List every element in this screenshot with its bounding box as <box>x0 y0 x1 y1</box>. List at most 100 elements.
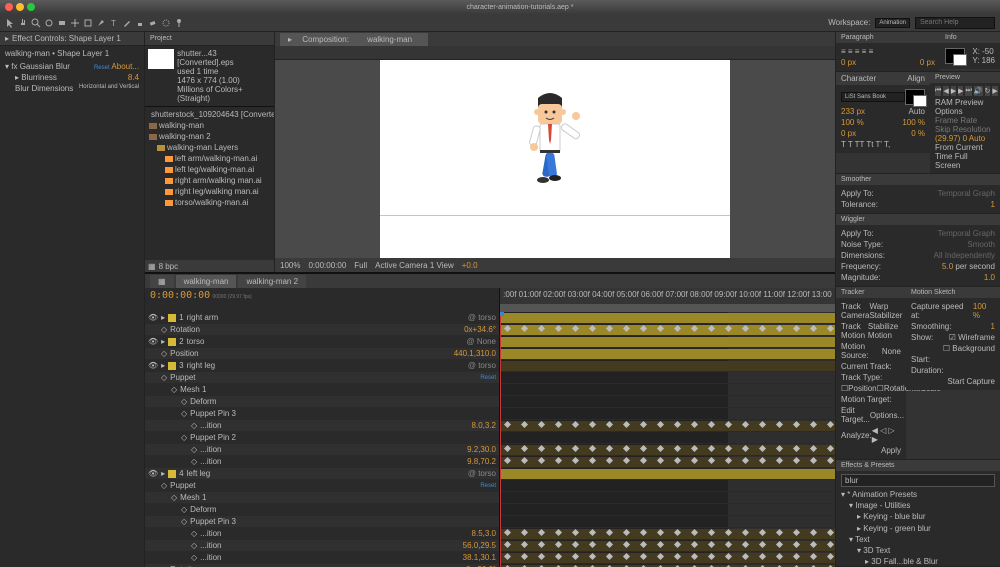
loop-button[interactable]: ↻ <box>985 86 991 96</box>
keyframe[interactable] <box>725 421 732 428</box>
text-tool-icon[interactable]: T <box>109 18 119 28</box>
keyframe[interactable] <box>623 553 630 560</box>
keyframe[interactable] <box>793 541 800 548</box>
property-row[interactable]: ◇...ition8.5,3.0 <box>145 528 499 540</box>
keyframe[interactable] <box>742 445 749 452</box>
keyframe[interactable] <box>640 553 647 560</box>
keyframe[interactable] <box>708 445 715 452</box>
keyframe[interactable] <box>827 541 834 548</box>
keyframe[interactable] <box>657 445 664 452</box>
keyframe[interactable] <box>674 457 681 464</box>
keyframe[interactable] <box>810 553 817 560</box>
help-search-input[interactable] <box>915 17 995 29</box>
keyframe[interactable] <box>742 457 749 464</box>
keyframe[interactable] <box>793 553 800 560</box>
type-style-buttons[interactable]: T T TT Tt T' T, <box>841 139 925 150</box>
ram-preview-button[interactable]: ▶ <box>992 86 997 96</box>
prev-frame-button[interactable]: ◀ <box>943 86 948 96</box>
keyframe[interactable] <box>793 421 800 428</box>
keyframe[interactable] <box>555 457 562 464</box>
keyframe[interactable] <box>521 325 528 332</box>
keyframe[interactable] <box>810 325 817 332</box>
exposure[interactable]: +0.0 <box>462 261 478 270</box>
anchor-tool-icon[interactable] <box>70 18 80 28</box>
keyframe[interactable] <box>759 529 766 536</box>
project-item[interactable]: left leg/walking-man.ai <box>149 164 270 175</box>
selection-tool-icon[interactable] <box>5 18 15 28</box>
time-ruler[interactable]: :00f01:00f02:00f03:00f04:00f05:00f06:00f… <box>500 288 835 312</box>
layer-row[interactable]: 👁▸2torso@ None <box>145 336 499 348</box>
hand-tool-icon[interactable] <box>18 18 28 28</box>
keyframe[interactable] <box>589 529 596 536</box>
keyframe[interactable] <box>555 421 562 428</box>
keyframe[interactable] <box>742 529 749 536</box>
keyframe[interactable] <box>623 421 630 428</box>
timecode-display[interactable]: 0:00:00:00 <box>150 290 210 301</box>
keyframe[interactable] <box>589 457 596 464</box>
layer-row[interactable]: 👁▸4left leg@ torso <box>145 468 499 480</box>
effect-item[interactable]: ▸ Keying - green blur <box>841 523 995 534</box>
project-item[interactable]: right arm/walking man.ai <box>149 175 270 186</box>
keyframe[interactable] <box>521 529 528 536</box>
keyframe[interactable] <box>674 445 681 452</box>
keyframe[interactable] <box>538 325 545 332</box>
keyframe[interactable] <box>657 553 664 560</box>
timeline-track[interactable] <box>500 432 835 444</box>
keyframe[interactable] <box>555 325 562 332</box>
keyframe[interactable] <box>623 529 630 536</box>
composition-viewport[interactable] <box>275 60 835 258</box>
keyframe[interactable] <box>521 553 528 560</box>
last-frame-button[interactable]: ⏭ <box>965 86 971 96</box>
keyframe[interactable] <box>691 421 698 428</box>
keyframe[interactable] <box>572 457 579 464</box>
effect-item[interactable]: ▾ 3D Text <box>841 545 995 556</box>
property-row[interactable]: ◇Mesh 1 <box>145 384 499 396</box>
about-link[interactable]: About... <box>111 62 139 71</box>
eraser-tool-icon[interactable] <box>148 18 158 28</box>
keyframe[interactable] <box>589 553 596 560</box>
property-row[interactable]: ◇PuppetReset <box>145 480 499 492</box>
keyframe[interactable] <box>606 541 613 548</box>
keyframe[interactable] <box>572 421 579 428</box>
timeline-track[interactable] <box>500 312 835 324</box>
timeline-track[interactable] <box>500 408 835 420</box>
roto-tool-icon[interactable] <box>161 18 171 28</box>
keyframe[interactable] <box>640 457 647 464</box>
keyframe[interactable] <box>538 445 545 452</box>
keyframe[interactable] <box>504 541 511 548</box>
keyframe[interactable] <box>725 541 732 548</box>
layer-row[interactable]: 👁▸1right arm@ torso <box>145 312 499 324</box>
keyframe[interactable] <box>589 421 596 428</box>
resolution-select[interactable]: Full <box>354 261 367 270</box>
keyframe[interactable] <box>504 445 511 452</box>
keyframe[interactable] <box>504 553 511 560</box>
keyframe[interactable] <box>759 553 766 560</box>
project-item[interactable]: walking-man Layers <box>149 142 270 153</box>
vp-time[interactable]: 0:00:00:00 <box>308 261 346 270</box>
keyframe[interactable] <box>572 445 579 452</box>
keyframe[interactable] <box>640 541 647 548</box>
keyframe[interactable] <box>742 421 749 428</box>
keyframe[interactable] <box>640 421 647 428</box>
effect-item[interactable]: ▸ Keying - blue blur <box>841 511 995 522</box>
keyframe[interactable] <box>759 325 766 332</box>
keyframe[interactable] <box>810 421 817 428</box>
keyframe[interactable] <box>691 457 698 464</box>
property-row[interactable]: ◇...ition9.8,70.2 <box>145 456 499 468</box>
playhead[interactable] <box>500 312 501 567</box>
align-tab[interactable]: Align <box>907 74 925 83</box>
timeline-track[interactable] <box>500 552 835 564</box>
timeline-tab-1[interactable]: walking-man <box>176 275 237 288</box>
keyframe[interactable] <box>725 457 732 464</box>
effect-item[interactable]: ▾ Image - Utilities <box>841 500 995 511</box>
canvas[interactable] <box>380 60 730 258</box>
keyframe[interactable] <box>725 553 732 560</box>
keyframe[interactable] <box>708 457 715 464</box>
keyframe[interactable] <box>606 529 613 536</box>
project-item[interactable]: right leg/walking man.ai <box>149 186 270 197</box>
workspace-select[interactable]: Animation <box>875 18 910 28</box>
keyframe[interactable] <box>657 421 664 428</box>
property-row[interactable]: ◇Puppet Pin 3 <box>145 516 499 528</box>
keyframe[interactable] <box>708 421 715 428</box>
keyframe[interactable] <box>810 529 817 536</box>
